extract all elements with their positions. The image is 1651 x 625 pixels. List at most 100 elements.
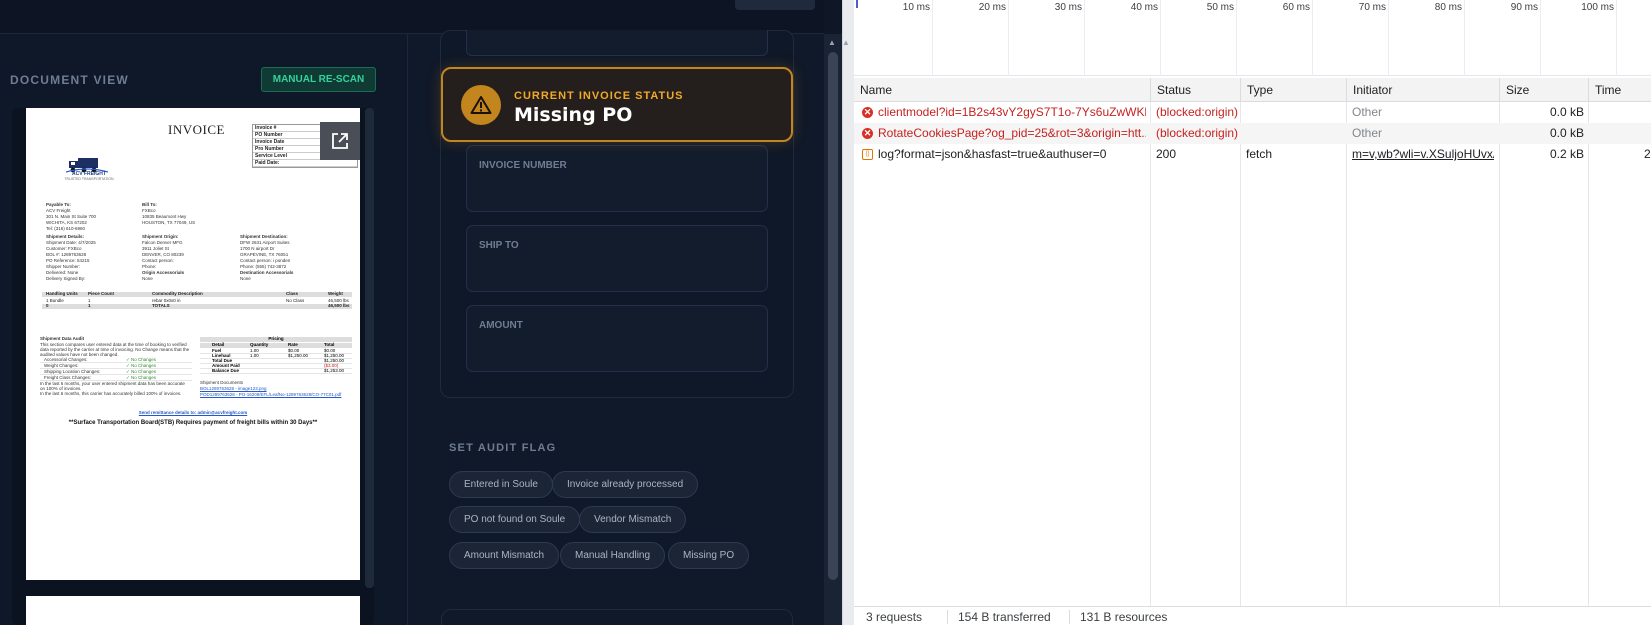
pricing-cell: Balance Due bbox=[212, 368, 240, 373]
timeline-tick-label: 20 ms bbox=[978, 2, 1006, 13]
column-divider bbox=[1588, 102, 1589, 606]
column-header-type[interactable]: Type bbox=[1240, 78, 1346, 102]
request-size: 0.0 kB bbox=[1549, 126, 1584, 140]
app-topbar bbox=[0, 0, 824, 34]
flag-po-not-found[interactable]: PO not found on Soule bbox=[449, 506, 581, 533]
amount-label: AMOUNT bbox=[479, 320, 523, 331]
audit-line-text: Shipping Location Changes: bbox=[44, 369, 101, 374]
manual-rescan-button[interactable]: MANUAL RE-SCAN bbox=[261, 67, 376, 92]
external-link-icon bbox=[332, 133, 348, 149]
pricing-row: Balance Due $1,253.00 bbox=[200, 368, 352, 374]
invoice-title: INVOICE bbox=[168, 122, 225, 137]
header-key: Pro Number bbox=[255, 146, 284, 152]
column-divider bbox=[1240, 102, 1241, 606]
next-card bbox=[441, 609, 793, 625]
block-line: Tel: (316) 610-6960 bbox=[46, 226, 86, 231]
column-header-status[interactable]: Status bbox=[1150, 78, 1240, 102]
scroll-up-arrow-icon[interactable]: ▲ bbox=[828, 38, 836, 47]
payable-to-block: Payable To: ACV Freight 301 N. Main St Sui… bbox=[46, 202, 96, 232]
timeline-tick-label: 90 ms bbox=[1510, 2, 1538, 13]
remittance-link[interactable]: Send remittance details to: admin@acvfre… bbox=[26, 410, 360, 415]
ship-to-label: SHIP TO bbox=[479, 240, 519, 251]
logo-text: ACV FREIGHT TRUSTED TRANSPORTATION bbox=[59, 172, 119, 182]
status-divider bbox=[1069, 610, 1070, 624]
amount-field[interactable]: AMOUNT bbox=[466, 305, 768, 372]
request-status: 200 bbox=[1156, 147, 1177, 161]
flag-vendor-mismatch[interactable]: Vendor Mismatch bbox=[579, 506, 687, 533]
warning-icon bbox=[461, 85, 501, 125]
scroll-up-arrow-icon[interactable]: ▲ bbox=[842, 38, 850, 47]
timeline-tick: 60 ms bbox=[1283, 0, 1313, 76]
header-key: Paid Date: bbox=[255, 160, 280, 166]
request-status: (blocked:origin) bbox=[1156, 126, 1239, 140]
audit-line-text: In the last 6 months, this carrier has a… bbox=[40, 391, 182, 396]
header-key: PO Number bbox=[255, 132, 283, 138]
flag-entered-in-soule[interactable]: Entered in Soule bbox=[449, 471, 553, 498]
flag-invoice-already-processed[interactable]: Invoice already processed bbox=[552, 471, 699, 498]
timeline-tick-label: 60 ms bbox=[1282, 2, 1310, 13]
field-above bbox=[466, 30, 768, 56]
request-row[interactable]: {} log?format=json&hasfast=true&authuser=… bbox=[854, 144, 1651, 165]
column-header-size[interactable]: Size bbox=[1499, 78, 1588, 102]
status-label: CURRENT INVOICE STATUS bbox=[514, 90, 684, 102]
timeline-tick-label: 50 ms bbox=[1206, 2, 1234, 13]
request-time: 0 bbox=[1594, 102, 1651, 123]
logo-tagline: TRUSTED TRANSPORTATION bbox=[64, 177, 114, 181]
flag-manual-handling[interactable]: Manual Handling bbox=[560, 542, 666, 569]
table-cell: Piece Count bbox=[88, 291, 115, 296]
timeline-tick: 10 ms bbox=[903, 0, 933, 76]
pricing-header-cell: Detail bbox=[212, 342, 225, 347]
invoice-header-row: Paid Date: bbox=[253, 160, 357, 167]
flag-missing-po[interactable]: Missing PO bbox=[668, 542, 750, 569]
timeline-tick: 30 ms bbox=[1055, 0, 1085, 76]
error-icon: ✕ bbox=[862, 107, 873, 118]
column-divider bbox=[1150, 102, 1151, 606]
audit-line-text: Freight Class Changes: bbox=[44, 375, 92, 380]
timeline-tick-label: 100 ms bbox=[1581, 2, 1614, 13]
document-link[interactable]: POD1289763628 - PO-16209/EFL/LeafNo-1289… bbox=[200, 392, 341, 398]
header-key: Service Level bbox=[255, 153, 287, 159]
flag-amount-mismatch[interactable]: Amount Mismatch bbox=[449, 542, 560, 569]
block-line: HOUSTON, TX 77049, US bbox=[142, 220, 196, 225]
open-external-button[interactable] bbox=[320, 122, 360, 160]
network-status-bar: 3 requests 154 B transferred 131 B resou… bbox=[854, 606, 1651, 625]
request-initiator[interactable]: m=v,wb?wli=v.XSuljoHUvxA bbox=[1352, 144, 1494, 165]
status-divider bbox=[947, 610, 948, 624]
devtools-splitter[interactable] bbox=[842, 0, 854, 625]
network-request-table: Name Status Type Initiator Size Time ✕ clientm… bbox=[854, 78, 1651, 606]
column-header-time[interactable]: Time bbox=[1588, 78, 1651, 102]
timeline-tick-label: 80 ms bbox=[1434, 2, 1462, 13]
timeline-tick: 20 ms bbox=[979, 0, 1009, 76]
block-line: None bbox=[142, 276, 153, 281]
table-cell: Commodity Description bbox=[152, 291, 203, 296]
column-header-name[interactable]: Name bbox=[854, 78, 1150, 102]
request-size: 0.0 kB bbox=[1549, 105, 1584, 119]
document-scrollbar[interactable] bbox=[365, 108, 374, 588]
invoice-number-field[interactable]: INVOICE NUMBER bbox=[466, 145, 768, 212]
timeline-tick-label: 40 ms bbox=[1130, 2, 1158, 13]
app-scroll-thumb[interactable] bbox=[828, 52, 838, 580]
table-cell: Weight bbox=[328, 291, 343, 296]
commodity-table-header: Handling Units Piece Count Commodity Descr… bbox=[42, 291, 352, 297]
error-icon: ✕ bbox=[862, 128, 873, 139]
column-divider bbox=[1346, 102, 1347, 606]
network-timeline[interactable]: 10 ms 20 ms 30 ms 40 ms 50 ms 60 ms 70 ms 80 ms… bbox=[854, 0, 1651, 76]
table-cell: Handling Units bbox=[46, 291, 78, 296]
request-size: 0.2 kB bbox=[1549, 147, 1584, 161]
table-cell: Class bbox=[286, 291, 299, 296]
request-row[interactable]: ✕ RotateCookiesPage?og_pid=25&rot=3&origi… bbox=[854, 123, 1651, 144]
shipment-origin-block: Shipment Origin: Falcon Denver MFG 3911 Jo… bbox=[142, 234, 184, 282]
pricing-cell: $1,253.00 bbox=[324, 368, 345, 373]
current-invoice-status-card: CURRENT INVOICE STATUS Missing PO bbox=[441, 67, 793, 142]
fetch-icon: {} bbox=[862, 149, 873, 160]
request-initiator: Other bbox=[1352, 105, 1383, 119]
request-time: 265 bbox=[1643, 147, 1651, 161]
column-header-initiator[interactable]: Initiator bbox=[1346, 78, 1499, 102]
ship-to-field[interactable]: SHIP TO bbox=[466, 225, 768, 292]
block-line: None bbox=[240, 276, 251, 281]
request-type: fetch bbox=[1246, 147, 1273, 161]
no-change-badge: ✓ No Changes bbox=[126, 369, 157, 374]
topbar-button[interactable] bbox=[735, 0, 815, 10]
no-change-badge: ✓ No Changes bbox=[126, 375, 157, 380]
request-row[interactable]: ✕ clientmodel?id=1B2s43vY2gyS7T1o-7Ys6uZw… bbox=[854, 102, 1651, 123]
